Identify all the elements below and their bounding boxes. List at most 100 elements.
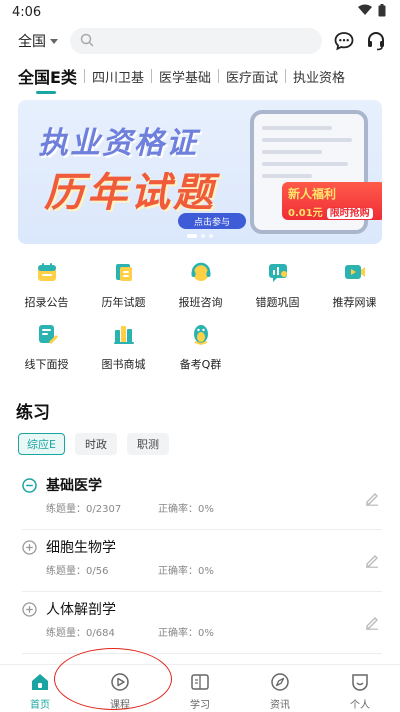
list-divider xyxy=(22,653,382,654)
nav-home[interactable]: 首页 xyxy=(0,665,80,712)
play-circle-icon xyxy=(109,671,131,693)
tab-zongying-e[interactable]: 综应E xyxy=(18,433,65,455)
practice-tabs: 综应E 时政 职测 xyxy=(18,433,169,455)
status-time: 4:06 xyxy=(12,4,42,20)
nav-label: 首页 xyxy=(30,700,50,711)
feature-label: 备考Q群 xyxy=(179,358,222,371)
tab-national-e[interactable]: 全国E类 xyxy=(18,64,77,94)
compass-icon xyxy=(269,671,291,693)
practice-item-accuracy: 正确率：0% xyxy=(158,628,214,639)
feature-label: 推荐网课 xyxy=(332,296,377,309)
practice-item-cell-biology[interactable]: 细胞生物学 练题量：0/56 正确率：0% xyxy=(0,532,400,594)
promo-title: 新人福利 xyxy=(288,187,337,201)
status-icons xyxy=(358,3,386,21)
region-selector[interactable]: 全国 xyxy=(18,31,70,51)
practice-item-name: 人体解剖学 xyxy=(46,602,116,618)
practice-section-title: 练习 xyxy=(16,403,50,423)
practice-list: 基础医学 练题量：0/2307 正确率：0% 细胞生物学 练题量：0/56 正确… xyxy=(0,470,400,656)
feature-recruit-notice[interactable]: 招录公告 xyxy=(8,258,85,320)
feature-label: 错题巩固 xyxy=(255,296,300,309)
calendar-icon xyxy=(33,258,61,286)
carousel-dots xyxy=(18,234,382,238)
practice-item-accuracy: 正确率：0% xyxy=(158,566,214,577)
promo-price: 0.01元 xyxy=(288,208,323,219)
category-tabs: 全国E类 四川卫基 医学基础 医疗面试 执业资格 xyxy=(0,60,400,94)
practice-item-human-anatomy[interactable]: 人体解剖学 练题量：0/684 正确率：0% xyxy=(0,594,400,656)
expand-icon[interactable] xyxy=(22,601,37,617)
tab-divider xyxy=(217,69,219,83)
practice-item-accuracy: 正确率：0% xyxy=(158,504,214,515)
feature-past-exams[interactable]: 历年试题 xyxy=(85,258,162,320)
nav-profile[interactable]: 个人 xyxy=(320,665,400,712)
smile-icon xyxy=(349,671,371,693)
feature-book-store[interactable]: 图书商城 xyxy=(85,320,162,382)
home-icon xyxy=(29,671,51,693)
tab-divider xyxy=(83,69,85,83)
feature-recommended-courses[interactable]: 推荐网课 xyxy=(316,258,393,320)
practice-item-name: 基础医学 xyxy=(46,478,102,494)
book-open-icon xyxy=(189,671,211,693)
scroll-icon xyxy=(110,258,138,286)
nav-news[interactable]: 资讯 xyxy=(240,665,320,712)
region-label: 全国 xyxy=(18,34,46,50)
list-divider xyxy=(22,591,382,592)
collapse-icon[interactable] xyxy=(22,477,37,493)
practice-item-count: 练题量：0/56 xyxy=(46,566,109,577)
chart-bubble-icon xyxy=(264,258,292,286)
practice-item-count: 练题量：0/684 xyxy=(46,628,115,639)
tab-aptitude-test[interactable]: 职测 xyxy=(126,433,169,455)
pencil-icon[interactable] xyxy=(364,614,380,634)
nav-label: 学习 xyxy=(190,700,210,711)
practice-item-name: 细胞生物学 xyxy=(46,540,116,556)
tab-divider xyxy=(150,69,152,83)
nav-courses[interactable]: 课程 xyxy=(80,665,160,712)
promo-badge: 新人福利 0.01元 限时抢购 xyxy=(282,182,382,220)
nav-label: 个人 xyxy=(350,700,370,711)
feature-class-consult[interactable]: 报班咨询 xyxy=(162,258,239,320)
list-divider xyxy=(22,529,382,530)
promo-banner[interactable]: 执业资格证 历年试题 点击参与 新人福利 0.01元 限时抢购 xyxy=(18,100,382,244)
headset-icon xyxy=(187,258,215,286)
banner-title-line2: 历年试题 xyxy=(44,170,216,216)
tab-divider xyxy=(284,69,286,83)
tab-qualification[interactable]: 执业资格 xyxy=(293,67,345,86)
books-icon xyxy=(110,320,138,348)
feature-grid: 招录公告 历年试题 报班咨询 错题巩固 推荐网课 线下面授 图书商城 备考Q群 xyxy=(0,258,400,382)
tab-sichuan-weiji[interactable]: 四川卫基 xyxy=(92,67,144,86)
banner-join-button[interactable]: 点击参与 xyxy=(178,213,247,229)
nav-study[interactable]: 学习 xyxy=(160,665,240,712)
bottom-nav: 首页 课程 学习 资讯 个人 xyxy=(0,664,400,712)
top-bar: 全国 xyxy=(0,26,400,56)
search-input[interactable] xyxy=(70,28,322,54)
feature-qq-group[interactable]: 备考Q群 xyxy=(162,320,239,382)
feature-label: 报班咨询 xyxy=(178,296,223,309)
tab-medical-basics[interactable]: 医学基础 xyxy=(159,67,211,86)
pencil-icon[interactable] xyxy=(364,552,380,572)
feature-label: 图书商城 xyxy=(101,358,146,371)
feature-label: 历年试题 xyxy=(101,296,146,309)
wifi-icon xyxy=(358,4,372,20)
status-bar: 4:06 xyxy=(0,0,400,24)
message-icon[interactable] xyxy=(334,31,354,51)
headset-service-icon[interactable] xyxy=(366,31,386,51)
pencil-icon[interactable] xyxy=(364,490,380,510)
penguin-icon xyxy=(187,320,215,348)
nav-label: 资讯 xyxy=(270,700,290,711)
promo-tag: 限时抢购 xyxy=(326,208,373,219)
tab-medical-interview[interactable]: 医疗面试 xyxy=(226,67,278,86)
feature-offline-classes[interactable]: 线下面授 xyxy=(8,320,85,382)
feature-label: 招录公告 xyxy=(24,296,69,309)
caret-down-icon xyxy=(50,38,58,44)
document-edit-icon xyxy=(33,320,61,348)
practice-item-basic-medicine[interactable]: 基础医学 练题量：0/2307 正确率：0% xyxy=(0,470,400,532)
tab-current-affairs[interactable]: 时政 xyxy=(74,433,117,455)
feature-mistake-review[interactable]: 错题巩固 xyxy=(239,258,316,320)
search-icon xyxy=(80,32,94,51)
practice-item-count: 练题量：0/2307 xyxy=(46,504,122,515)
banner-title-line1: 执业资格证 xyxy=(38,126,198,161)
battery-icon xyxy=(378,3,386,21)
nav-label: 课程 xyxy=(110,700,130,711)
feature-label: 线下面授 xyxy=(24,358,69,371)
video-icon xyxy=(341,258,369,286)
expand-icon[interactable] xyxy=(22,539,37,555)
